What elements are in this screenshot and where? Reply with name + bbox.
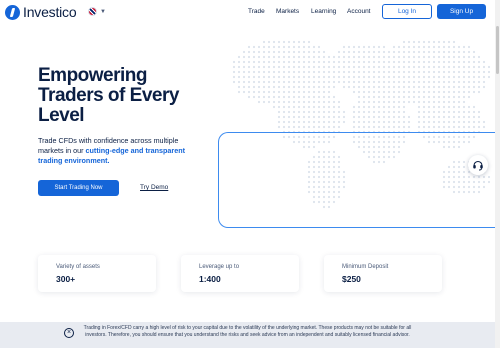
- map-accent-frame: [218, 132, 500, 228]
- stat-label: Variety of assets: [56, 264, 100, 270]
- scrollbar-thumb[interactable]: [496, 26, 499, 74]
- signup-button[interactable]: Sign Up: [437, 4, 486, 19]
- site-header: Investico ▼ Trade Markets Learning Accou…: [0, 0, 500, 26]
- stat-card-leverage: Leverage up to 1:400: [181, 255, 299, 292]
- headset-icon: [473, 160, 483, 171]
- stat-card-assets: Variety of assets 300+: [38, 255, 156, 292]
- nav-item-markets[interactable]: Markets: [276, 8, 299, 15]
- close-icon[interactable]: ×: [64, 328, 74, 338]
- risk-warning-bar: × Trading in Forex/CFD carry a high leve…: [0, 322, 495, 348]
- stat-value: 1:400: [199, 274, 221, 284]
- stat-label: Leverage up to: [199, 264, 240, 270]
- hero-subtitle: Trade CFDs with confidence across multip…: [38, 136, 198, 166]
- start-trading-button[interactable]: Start Trading Now: [38, 180, 119, 196]
- hero-title: Empowering Traders of Every Level: [38, 65, 179, 126]
- login-button[interactable]: Log In: [382, 4, 432, 19]
- nav-item-learning[interactable]: Learning: [311, 8, 336, 15]
- stat-card-deposit: Minimum Deposit $250: [324, 255, 442, 292]
- nav-item-trade[interactable]: Trade: [248, 8, 265, 15]
- nav-item-account[interactable]: Account: [347, 8, 371, 15]
- stat-label: Minimum Deposit: [342, 264, 389, 270]
- page-scrollbar[interactable]: [495, 0, 500, 348]
- support-chat-button[interactable]: [468, 155, 488, 175]
- risk-warning-text: Trading in Forex/CFD carry a high level …: [83, 325, 412, 338]
- stat-value: 300+: [56, 274, 76, 284]
- stat-value: $250: [342, 274, 361, 284]
- try-demo-link[interactable]: Try Demo: [140, 184, 168, 191]
